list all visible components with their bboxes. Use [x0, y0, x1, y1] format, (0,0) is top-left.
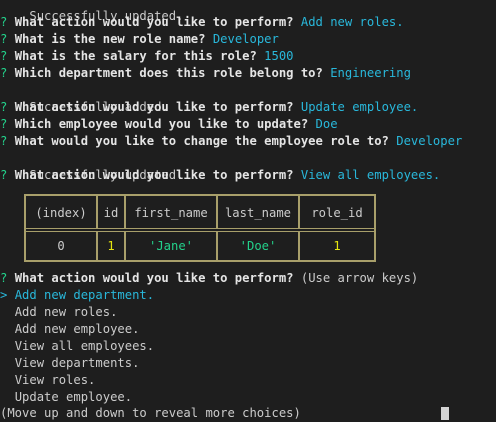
prompt-mark: ? — [0, 117, 8, 131]
history-line-4: ? Which department does this role belong… — [0, 65, 411, 82]
prompt-hint: (Use arrow keys) — [300, 271, 419, 285]
question-text: What action would you like to perform? — [14, 100, 294, 114]
prompt-mark: ? — [0, 168, 8, 182]
menu-option-label: Add new department. — [14, 288, 155, 302]
question-text: What action would you like to perform? — [14, 271, 294, 285]
prompt-mark: ? — [0, 49, 8, 63]
answer-text: Engineering — [330, 66, 411, 80]
table-header-cell: role_id — [311, 205, 363, 220]
prompt-mark: ? — [0, 134, 8, 148]
menu-pointer-icon: > — [0, 288, 8, 302]
table-header-row: (index) id first_name last_name role_id — [26, 196, 374, 229]
menu-option-view-roles[interactable]: View roles. — [0, 372, 96, 389]
prompt-mark: ? — [0, 66, 8, 80]
history-line-8: ? What would you like to change the empl… — [0, 133, 462, 150]
menu-option-label: Update employee. — [14, 390, 133, 404]
question-text: Which employee would you like to update? — [14, 117, 309, 131]
history-line-5: Successfully added. — [0, 82, 168, 114]
prompt-mark: ? — [0, 15, 8, 29]
menu-option-view-all-employees[interactable]: View all employees. — [0, 338, 154, 355]
question-text: What is the salary for this role? — [14, 49, 257, 63]
footer-hint: (Move up and down to reveal more choices… — [0, 406, 301, 420]
table-header-cell: (index) — [26, 196, 98, 229]
table-row: 0 1 'Jane' 'Doe' 1 — [26, 232, 374, 260]
history-line-9: Successfully updated. — [0, 150, 183, 182]
menu-option-view-departments[interactable]: View departments. — [0, 355, 140, 372]
history-line-6: ? What action would you like to perform?… — [0, 99, 418, 116]
menu-option-update-employee[interactable]: Update employee. — [0, 389, 132, 406]
history-line-2: ? What is the new role name? Developer — [0, 31, 279, 48]
table-header-cell: last_name — [218, 196, 300, 229]
menu-option-label: Add new employee. — [14, 322, 140, 336]
table-cell-index: 0 — [26, 232, 98, 260]
answer-text: 1500 — [264, 49, 294, 63]
answer-text: Update employee. — [300, 100, 419, 114]
prompt-mark: ? — [0, 271, 8, 285]
prompt-mark: ? — [0, 100, 8, 114]
menu-option-label: View departments. — [14, 356, 140, 370]
table-cell-id: 1 — [98, 232, 126, 260]
answer-text: View all employees. — [300, 168, 441, 182]
table-header-cell: id — [98, 196, 126, 229]
history-line-0: Successfully updated. — [0, 0, 183, 23]
history-line-10: ? What action would you like to perform?… — [0, 167, 440, 184]
history-line-1: ? What action would you like to perform?… — [0, 14, 404, 31]
terminal-cursor — [441, 407, 449, 420]
answer-text: Doe — [315, 117, 338, 131]
history-line-3: ? What is the salary for this role? 1500 — [0, 48, 294, 65]
menu-option-add-new-employee[interactable]: Add new employee. — [0, 321, 140, 338]
answer-text: Developer — [396, 134, 463, 148]
menu-option-label: View all employees. — [14, 339, 155, 353]
menu-option-label: View roles. — [14, 373, 96, 387]
table-cell-first-name: 'Jane' — [126, 232, 218, 260]
table-cell-role-id: 1 — [333, 239, 341, 253]
current-prompt-line: ? What action would you like to perform?… — [0, 270, 418, 287]
prompt-mark: ? — [0, 32, 8, 46]
question-text: What action would you like to perform? — [14, 15, 294, 29]
menu-option-label: Add new roles. — [14, 305, 118, 319]
question-text: What would you like to change the employ… — [14, 134, 389, 148]
menu-option-add-new-roles[interactable]: Add new roles. — [0, 304, 118, 321]
terminal-window[interactable]: Successfully updated. ? What action woul… — [0, 0, 496, 420]
answer-text: Add new roles. — [300, 15, 404, 29]
table-cell-last-name: 'Doe' — [218, 232, 300, 260]
history-line-7: ? Which employee would you like to updat… — [0, 116, 338, 133]
question-text: What is the new role name? — [14, 32, 206, 46]
table-header-cell: first_name — [126, 196, 218, 229]
result-table: (index) id first_name last_name role_id … — [24, 194, 376, 262]
menu-option-add-new-department[interactable]: > Add new department. — [0, 287, 154, 304]
question-text: Which department does this role belong t… — [14, 66, 323, 80]
answer-text: Developer — [212, 32, 279, 46]
question-text: What action would you like to perform? — [14, 168, 294, 182]
